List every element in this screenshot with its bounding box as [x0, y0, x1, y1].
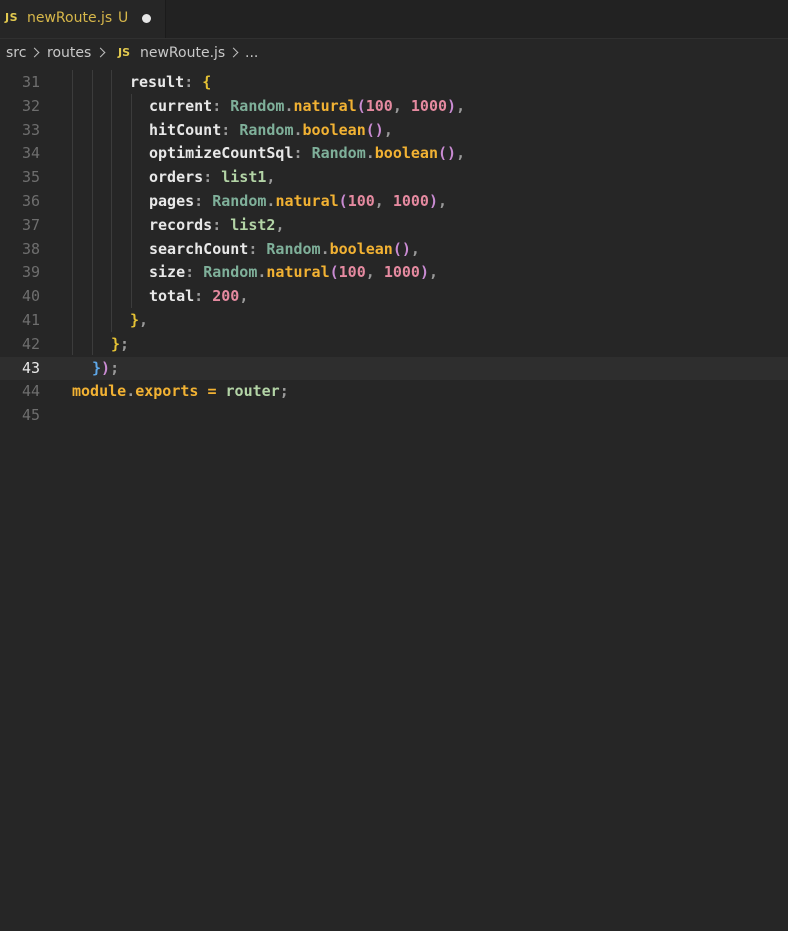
line-number: 40	[21, 287, 40, 306]
code-text: searchCount: Random.boolean(),	[149, 239, 420, 258]
code-text: records: list2,	[149, 215, 285, 234]
line-number: 44	[21, 382, 40, 401]
code-line: 45	[0, 404, 788, 428]
code-line: 44 module.exports = router;	[0, 380, 788, 404]
code-line: 41 },	[0, 309, 788, 333]
code-line: 35 orders: list1,	[0, 166, 788, 190]
git-untracked-badge: U	[118, 10, 129, 26]
line-number: 37	[21, 215, 40, 234]
chevron-right-icon	[95, 47, 106, 58]
code-line: 37 records: list2,	[0, 214, 788, 238]
code-editor[interactable]: 31 result: { 32 current: Random.natural(…	[0, 70, 788, 931]
chevron-right-icon	[29, 47, 40, 58]
line-number: 38	[21, 239, 40, 258]
code-text: result: {	[130, 73, 212, 91]
code-line: 33 hitCount: Random.boolean(),	[0, 119, 788, 143]
code-text: },	[130, 311, 149, 329]
code-text: pages: Random.natural(100, 1000),	[149, 192, 448, 210]
code-line-current: 43 });	[0, 356, 788, 381]
code-text: size: Random.natural(100, 1000),	[149, 263, 438, 282]
code-text: };	[111, 334, 130, 353]
tab-newroute-js[interactable]: JS newRoute.js U	[0, 0, 166, 38]
line-number: 42	[21, 334, 40, 353]
code-text: optimizeCountSql: Random.boolean(),	[149, 144, 466, 163]
line-number: 34	[21, 144, 40, 163]
line-number: 45	[21, 406, 40, 425]
code-line: 34 optimizeCountSql: Random.boolean(),	[0, 142, 788, 166]
code-line: 39 size: Random.natural(100, 1000),	[0, 261, 788, 285]
line-number: 43	[21, 358, 40, 377]
line-number: 33	[21, 120, 40, 139]
code-line: 40 total: 200,	[0, 285, 788, 309]
code-line: 31 result: {	[0, 71, 788, 95]
tab-filename: newRoute.js	[27, 10, 113, 26]
code-line: 42 };	[0, 333, 788, 357]
line-number: 31	[21, 73, 40, 91]
line-number: 41	[21, 311, 40, 329]
breadcrumb-routes[interactable]: routes	[47, 45, 91, 61]
breadcrumb-symbol[interactable]: ...	[245, 45, 258, 61]
unsaved-dot-icon[interactable]	[142, 14, 151, 23]
code-text: orders: list1,	[149, 168, 276, 187]
code-line: 38 searchCount: Random.boolean(),	[0, 238, 788, 262]
code-text: hitCount: Random.boolean(),	[149, 120, 393, 139]
code-text: total: 200,	[149, 287, 249, 306]
tab-bar: JS newRoute.js U	[0, 0, 788, 39]
line-number: 32	[21, 96, 40, 115]
code-text: module.exports = router;	[72, 382, 289, 401]
javascript-file-icon: JS	[118, 46, 131, 59]
code-line: 36 pages: Random.natural(100, 1000),	[0, 190, 788, 214]
javascript-file-icon: JS	[5, 11, 19, 24]
line-number: 35	[21, 168, 40, 187]
breadcrumb-src[interactable]: src	[6, 45, 26, 61]
code-text: });	[92, 358, 120, 377]
breadcrumb: src routes JS newRoute.js ...	[0, 42, 788, 66]
code-line: 32 current: Random.natural(100, 1000),	[0, 95, 788, 119]
code-text: current: Random.natural(100, 1000),	[149, 96, 466, 115]
breadcrumb-file[interactable]: newRoute.js	[140, 45, 225, 61]
chevron-right-icon	[228, 47, 239, 58]
line-number: 36	[21, 192, 40, 210]
line-number: 39	[21, 263, 40, 282]
